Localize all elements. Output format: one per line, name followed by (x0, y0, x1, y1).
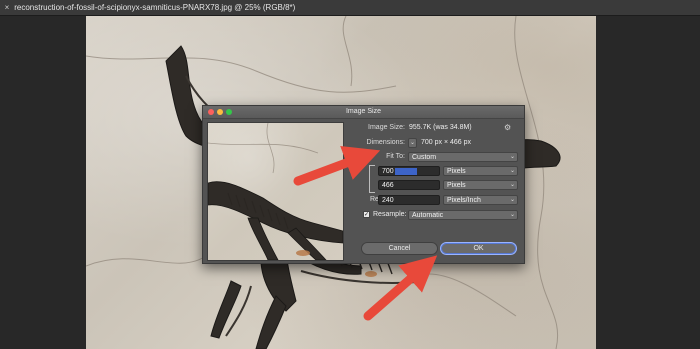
dimensions-value: 700 px × 466 px (421, 139, 472, 146)
dialog-title: Image Size (345, 108, 382, 115)
text-selection (394, 167, 417, 175)
canvas-area[interactable]: Image Size Image Size: 955.7K (was 34.8M… (0, 16, 700, 349)
chevron-down-icon: ⌄ (509, 197, 515, 203)
resample-checkbox[interactable]: ✓ (363, 211, 370, 218)
chevron-down-icon: ⌄ (509, 182, 515, 188)
chevron-down-icon: ⌄ (509, 154, 515, 160)
width-value: 700 (382, 168, 394, 175)
chevron-down-icon: ⌄ (509, 212, 515, 218)
resolution-input[interactable]: 240 (378, 195, 440, 205)
fit-to-label: Fit To: (386, 153, 405, 160)
gear-icon[interactable]: ⚙ (504, 124, 512, 132)
resolution-unit-dropdown[interactable]: Pixels/Inch ⌄ (443, 195, 518, 205)
resolution-value: 240 (382, 197, 394, 204)
cancel-button[interactable]: Cancel (361, 242, 438, 255)
resample-value: Automatic (412, 212, 444, 219)
document-tab-title: reconstruction-of-fossil-of-scipionyx-sa… (14, 3, 296, 12)
chevron-down-icon: ⌄ (509, 168, 515, 174)
image-preview[interactable] (207, 122, 344, 261)
resample-label: Resample: (373, 211, 407, 218)
height-unit-dropdown[interactable]: Pixels ⌄ (443, 180, 518, 190)
height-input[interactable]: 466 (378, 180, 440, 190)
dimensions-unit-dropdown[interactable]: ⌄ (408, 138, 417, 148)
ok-button[interactable]: OK (440, 242, 517, 255)
chevron-down-icon: ⌄ (409, 140, 415, 146)
image-size-dialog: Image Size Image Size: 955.7K (was 34.8M… (202, 105, 525, 264)
resample-dropdown[interactable]: Automatic ⌄ (408, 210, 518, 220)
document-tab[interactable]: × reconstruction-of-fossil-of-scipionyx-… (0, 0, 700, 16)
fit-to-value: Custom (412, 154, 437, 161)
dialog-titlebar[interactable]: Image Size (203, 106, 524, 119)
width-unit-value: Pixels (447, 168, 466, 175)
height-unit-value: Pixels (447, 182, 466, 189)
height-value: 466 (382, 182, 394, 189)
image-size-label: Image Size: (368, 124, 405, 131)
fit-to-dropdown[interactable]: Custom ⌄ (408, 152, 518, 162)
dimensions-label: Dimensions: (366, 139, 405, 146)
image-size-value: 955.7K (was 34.8M) (409, 124, 472, 131)
width-unit-dropdown[interactable]: Pixels ⌄ (443, 166, 518, 176)
close-tab-icon[interactable]: × (2, 0, 12, 15)
width-input[interactable]: 700 (378, 166, 440, 176)
resolution-unit-value: Pixels/Inch (447, 197, 481, 204)
